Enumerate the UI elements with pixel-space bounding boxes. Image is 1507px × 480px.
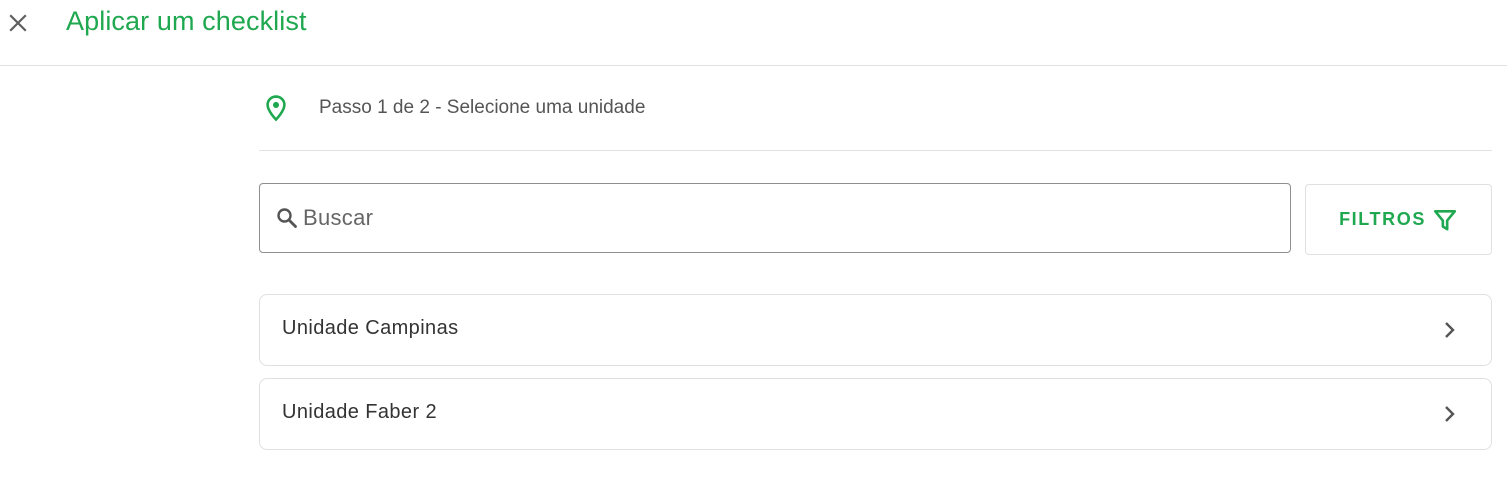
close-icon [9,14,27,32]
step-label: Passo 1 de 2 - Selecione uma unidade [319,97,646,118]
step-indicator: Passo 1 de 2 - Selecione uma unidade [259,66,1492,151]
location-pin-icon [266,95,286,122]
search-field[interactable] [259,183,1291,253]
chevron-right-icon [1445,322,1455,338]
filters-label: FILTROS [1339,209,1426,229]
chevron-right-icon [1445,406,1455,422]
filter-icon [1433,209,1456,231]
filters-button[interactable]: FILTROS [1305,184,1492,255]
unit-item-campinas[interactable]: Unidade Campinas [259,294,1492,366]
search-icon [277,208,297,228]
header-bar: Aplicar um checklist [0,0,1507,66]
unit-label: Unidade Faber 2 [282,401,437,423]
close-button[interactable] [4,9,32,37]
page-title: Aplicar um checklist [66,6,307,36]
search-input[interactable] [301,204,1290,232]
unit-item-faber-2[interactable]: Unidade Faber 2 [259,378,1492,450]
unit-label: Unidade Campinas [282,317,459,339]
